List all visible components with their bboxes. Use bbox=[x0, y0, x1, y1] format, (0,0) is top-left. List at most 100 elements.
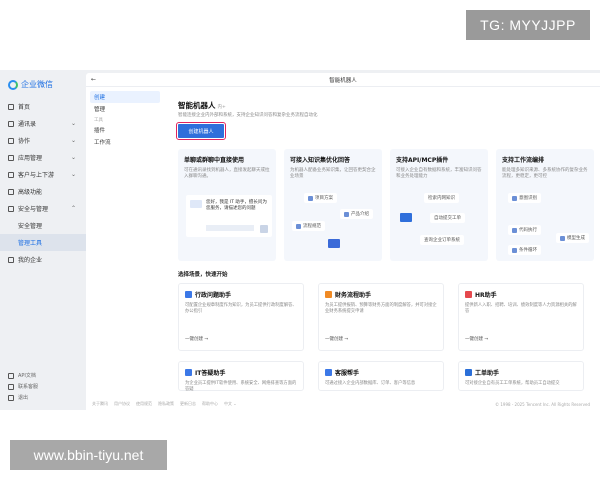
logout-link[interactable]: 退出 bbox=[0, 392, 86, 403]
contacts-icon bbox=[8, 120, 14, 127]
feature-title: 可接入知识集优化回答 bbox=[290, 157, 351, 164]
footer-link[interactable]: 关于腾讯 bbox=[92, 401, 108, 407]
feature-card-knowledge: 可接入知识集优化回答 为机器人配备业务知识集，让回答更契合企业场景 项目方案 产… bbox=[284, 149, 382, 261]
language-select[interactable]: 中文 ⌄ bbox=[224, 401, 237, 407]
section-title: 选择场景，快速开始 bbox=[178, 272, 228, 278]
home-icon bbox=[8, 103, 14, 110]
back-arrow-icon[interactable]: ← bbox=[91, 76, 96, 83]
sidebar-item-customers[interactable]: 客户与上下游 ⌄ bbox=[0, 166, 86, 183]
sidebar: 企业微信 首页 通讯录 ⌄ 协作 ⌄ 应用管理 ⌄ 客户与上下游 ⌄ 高级功能 安全与管… bbox=[0, 70, 86, 410]
knowledge-pill: 流程规范 bbox=[292, 221, 325, 231]
footer-link[interactable]: 帮助中心 bbox=[202, 401, 218, 407]
topbar: ← 智能机器人 bbox=[86, 73, 600, 87]
user-avatar bbox=[260, 225, 268, 233]
chevron-down-icon: ⌄ bbox=[70, 137, 76, 144]
footer-link[interactable]: 使用规范 bbox=[136, 401, 152, 407]
page-footer: 关于腾讯 用户协议 使用规范 隐私政策 更新日志 帮助中心 中文 ⌄ © 199… bbox=[86, 398, 600, 410]
workflow-pill: 意图识别 bbox=[508, 193, 541, 203]
sidebar-item-advanced[interactable]: 高级功能 bbox=[0, 183, 86, 200]
admin-icon bbox=[185, 291, 192, 298]
footer-link[interactable]: 用户协议 bbox=[114, 401, 130, 407]
workflow-pill: 条件循环 bbox=[508, 245, 541, 255]
intent-icon bbox=[512, 195, 517, 201]
book-icon bbox=[328, 239, 340, 248]
it-icon bbox=[185, 369, 192, 376]
feature-desc: 能处理多知识来源、多系统协作的复杂业务流程，更稳定，更可控 bbox=[502, 168, 588, 179]
sidebar-item-apps[interactable]: 应用管理 ⌄ bbox=[0, 149, 86, 166]
support-link[interactable]: 联系客服 bbox=[0, 381, 86, 392]
chevron-down-icon: ⌄ bbox=[70, 154, 76, 161]
company-icon bbox=[8, 256, 14, 263]
app-window: 企业微信 首页 通讯录 ⌄ 协作 ⌄ 应用管理 ⌄ 客户与上下游 ⌄ 高级功能 安全与管… bbox=[0, 70, 600, 410]
support-icon bbox=[8, 383, 14, 390]
template-card-admin[interactable]: 行政问题助手 可配置企业规章制度作为知识，为员工提供行政制度解答、办公指引 一键… bbox=[178, 283, 304, 351]
logout-icon bbox=[8, 394, 14, 401]
sidebar-item-tools[interactable]: 管理工具 bbox=[0, 234, 86, 251]
feature-card-workflow: 支持工作流编排 能处理多知识来源、多系统协作的复杂业务流程，更稳定，更可控 意图… bbox=[496, 149, 594, 261]
sidebar-item-contacts[interactable]: 通讯录 ⌄ bbox=[0, 115, 86, 132]
feature-card-chat: 单聊或群聊中直接使用 可在通讯录找到机器人，直接发起聊天或拉入群聊沟通。 您好，… bbox=[178, 149, 276, 261]
template-card-hr[interactable]: HR助手 提供新人入职、招聘、培训、绩效制度等人力资源相关的解答 一键创建 → bbox=[458, 283, 584, 351]
workflow-pill: 代码执行 bbox=[508, 225, 541, 235]
template-card-finance[interactable]: 财务流程助手 为员工提供报销、预算等财务方面的制度解答，并可对接企业财务系统提交… bbox=[318, 283, 444, 351]
sidebar-item-home[interactable]: 首页 bbox=[0, 98, 86, 115]
watermark-top: TG: MYYJJPP bbox=[466, 10, 590, 40]
sub-navigation: 创建 管理 工具 插件 工作流 bbox=[86, 87, 166, 387]
knowledge-pill: 产品介绍 bbox=[340, 209, 373, 219]
subnav-plugins[interactable]: 插件 bbox=[86, 124, 166, 136]
feature-desc: 可在通讯录找到机器人，直接发起聊天或拉入群聊沟通。 bbox=[184, 168, 270, 179]
loop-icon bbox=[512, 247, 517, 253]
sidebar-item-security[interactable]: 安全管理 bbox=[0, 217, 86, 234]
quick-create-link[interactable]: 一键创建 → bbox=[465, 336, 488, 342]
template-card-it[interactable]: IT答疑助手 为企业员工提供IT软件使用、系统安全、网络排查等方面的答疑 bbox=[178, 361, 304, 392]
plugin-pill: 检索内网知识 bbox=[424, 193, 459, 203]
model-icon bbox=[560, 235, 565, 241]
doc-icon bbox=[344, 211, 349, 217]
chat-preview: 您好，我是 IT 助手，擅长问为您服务，请描述您的问题 bbox=[186, 195, 272, 237]
shield-icon bbox=[8, 205, 14, 212]
knowledge-pill: 项目方案 bbox=[304, 193, 337, 203]
quick-create-link[interactable]: 一键创建 → bbox=[325, 336, 348, 342]
subnav-manage[interactable]: 管理 bbox=[86, 103, 166, 115]
template-card-service[interactable]: 客服帮手 可通过接入企业内部数据库、订单、客户等信息 bbox=[318, 361, 444, 391]
plugin-pill: 查询企业订单系统 bbox=[420, 235, 464, 245]
footer-link[interactable]: 隐私政策 bbox=[158, 401, 174, 407]
subnav-workflow[interactable]: 工作流 bbox=[86, 136, 166, 148]
sidebar-item-collab[interactable]: 协作 ⌄ bbox=[0, 132, 86, 149]
feature-cards: 单聊或群聊中直接使用 可在通讯录找到机器人，直接发起聊天或拉入群聊沟通。 您好，… bbox=[178, 149, 598, 261]
api-docs-link[interactable]: API文档 bbox=[0, 370, 86, 381]
quick-create-link[interactable]: 一键创建 → bbox=[185, 336, 208, 342]
brand-logo[interactable]: 企业微信 bbox=[8, 79, 53, 90]
robot-heading: 智能机器人 内+ bbox=[178, 101, 226, 110]
pro-badge: 内+ bbox=[217, 105, 226, 110]
subnav-tools-heading: 工具 bbox=[94, 117, 103, 123]
feature-title: 支持API/MCP插件 bbox=[396, 157, 449, 164]
main-panel: ← 智能机器人 创建 管理 工具 插件 工作流 智能机器人 内+ 智能连接企业内外… bbox=[86, 73, 600, 410]
feature-desc: 为机器人配备业务知识集，让回答更契合企业场景 bbox=[290, 168, 376, 179]
content-area: 智能机器人 内+ 智能连接企业内外部和系统，支持企业知识问答和复杂业务流程自动化 … bbox=[176, 87, 598, 392]
sidebar-item-security-admin[interactable]: 安全与管理 ⌃ bbox=[0, 200, 86, 217]
service-icon bbox=[325, 369, 332, 376]
chevron-up-icon: ⌃ bbox=[70, 205, 76, 212]
watermark-bottom: www.bbin-tiyu.net bbox=[10, 440, 167, 470]
chevron-down-icon: ⌄ bbox=[70, 171, 76, 178]
advanced-icon bbox=[8, 188, 14, 195]
apps-icon bbox=[8, 154, 14, 161]
copyright: © 1998 - 2025 Tencent Inc. All Rights Re… bbox=[495, 401, 590, 407]
subnav-create[interactable]: 创建 bbox=[90, 91, 160, 103]
sidebar-nav: 首页 通讯录 ⌄ 协作 ⌄ 应用管理 ⌄ 客户与上下游 ⌄ 高级功能 安全与管理 ⌃ 安全… bbox=[0, 98, 86, 268]
workflow-pill: 模型生成 bbox=[556, 233, 589, 243]
customers-icon bbox=[8, 171, 14, 178]
feature-title: 单聊或群聊中直接使用 bbox=[184, 157, 245, 164]
doc-icon bbox=[8, 372, 14, 379]
footer-link[interactable]: 更新日志 bbox=[180, 401, 196, 407]
template-card-ticket[interactable]: 工单助手 可对接企业自有员工工单系统，帮助员工自动提交 bbox=[458, 361, 584, 391]
sidebar-item-my-company[interactable]: 我的企业 bbox=[0, 251, 86, 268]
bot-avatar-icon bbox=[190, 200, 202, 208]
hr-icon bbox=[465, 291, 472, 298]
chevron-down-icon: ⌄ bbox=[70, 120, 76, 127]
create-robot-button[interactable]: 创建机器人 bbox=[176, 122, 226, 140]
wecom-logo-icon bbox=[8, 79, 18, 90]
robot-description: 智能连接企业内外部和系统，支持企业知识问答和复杂业务流程自动化 bbox=[178, 113, 318, 118]
chat-bubble-text: 您好，我是 IT 助手，擅长问为您服务，请描述您的问题 bbox=[206, 200, 267, 211]
